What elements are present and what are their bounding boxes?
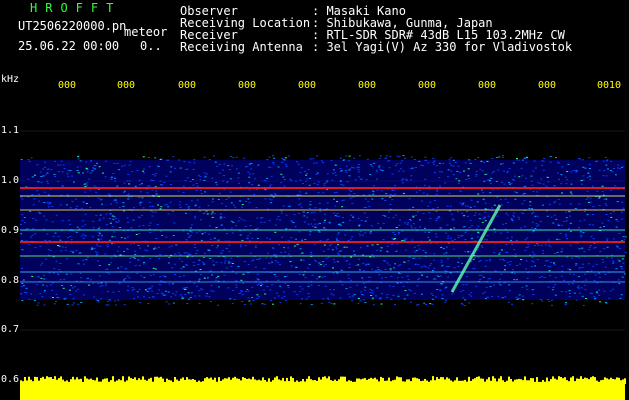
level-bar: [20, 376, 626, 400]
spectrogram-plot: [20, 130, 627, 400]
